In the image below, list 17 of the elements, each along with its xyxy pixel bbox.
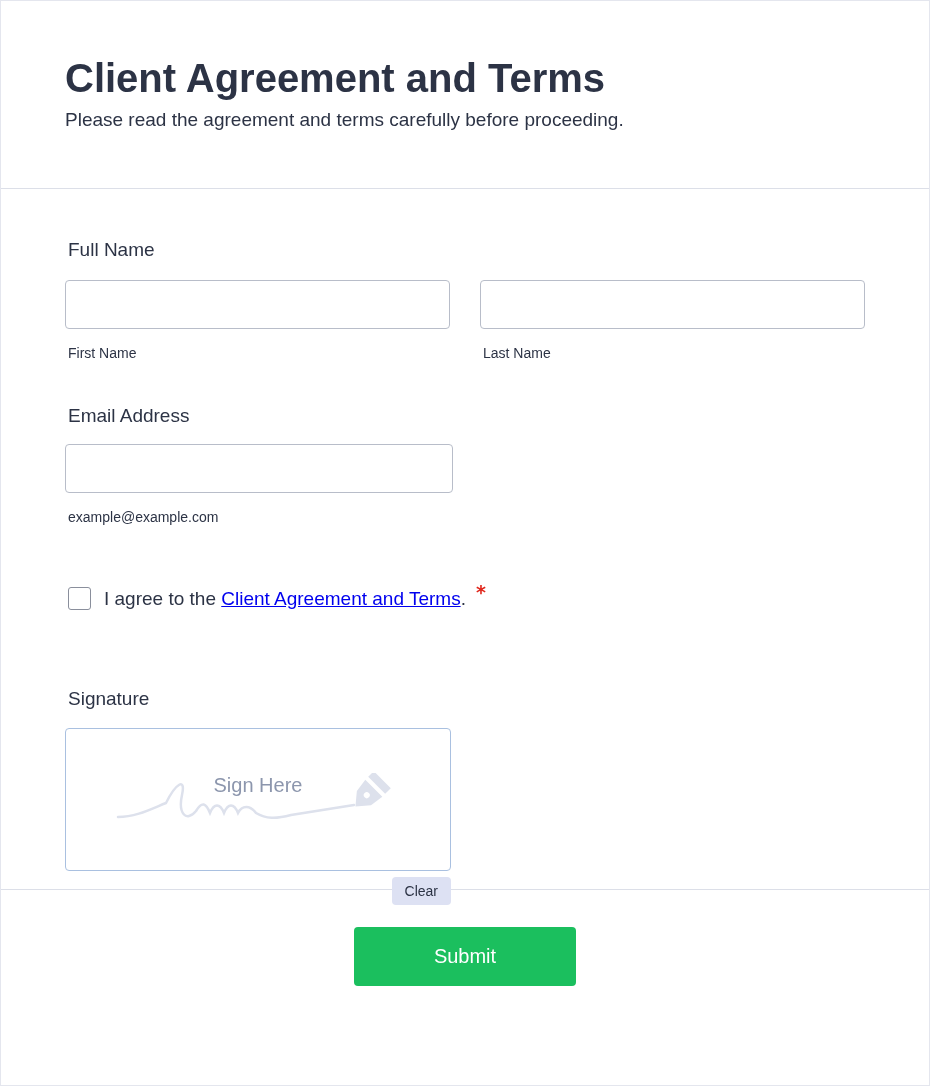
field-label: Signature [67, 688, 151, 710]
input-field[interactable] [65, 280, 450, 329]
required-mark: * [475, 581, 486, 603]
signature-placeholder: Sign Here [213, 774, 303, 797]
agreement-text: I agree to the Client Agreement and Terms. [104, 587, 466, 610]
checkbox[interactable] [68, 587, 91, 610]
input-field[interactable] [480, 280, 865, 329]
clear-button[interactable]: Clear [391, 877, 451, 905]
form-title: Client Agreement and Terms [65, 55, 607, 101]
field-sublabel: First Name [67, 345, 138, 361]
agreement-link[interactable]: Client Agreement and Terms [221, 587, 461, 609]
field-sublabel: example@example.com [67, 509, 220, 525]
input-field[interactable] [65, 444, 453, 493]
form-subtitle: Please read the agreement and terms carefully before proceeding. [65, 109, 625, 131]
field-label: Full Name [67, 239, 156, 261]
field-sublabel: Last Name [482, 345, 552, 361]
field-label: Email Address [67, 405, 191, 427]
